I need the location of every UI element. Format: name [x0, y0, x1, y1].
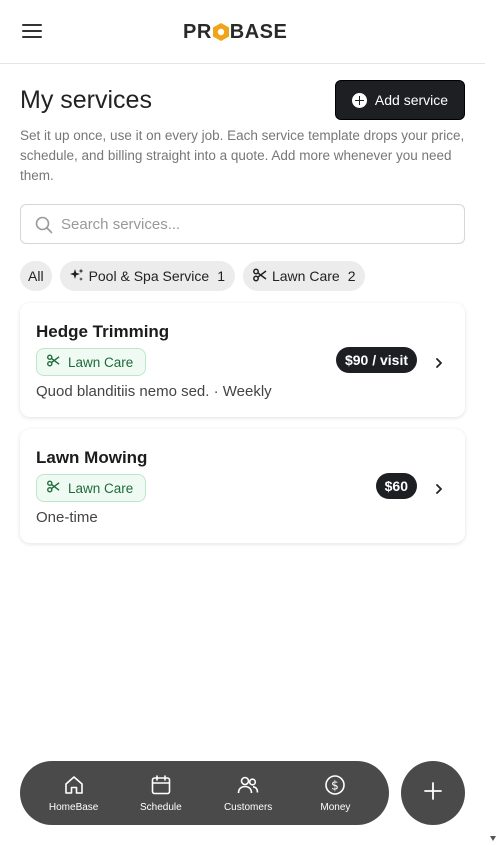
add-service-label: Add service	[374, 92, 449, 108]
page-header: My services Add service	[20, 64, 465, 124]
filter-chips: All Pool & Spa Service 1 Lawn Care 2	[20, 261, 465, 291]
create-fab-button[interactable]	[401, 761, 465, 825]
search-box[interactable]	[20, 204, 465, 244]
chevron-right-icon	[435, 481, 443, 499]
service-name: Hedge Trimming	[36, 322, 170, 341]
filter-chip-label: Lawn Care	[271, 268, 340, 284]
calendar-icon	[150, 774, 172, 799]
scrollbar[interactable]	[485, 0, 500, 845]
services-page: My services Add service Set it up once, …	[0, 64, 485, 543]
scissors-icon	[253, 268, 267, 285]
home-icon	[63, 774, 85, 799]
category-tag: Lawn Care	[36, 348, 147, 376]
service-meta: One-time	[36, 509, 98, 526]
service-card-lawn-mowing[interactable]: Lawn Mowing Lawn Care One-time $60	[20, 429, 465, 543]
bottom-nav: HomeBase Schedule Customers $ Money	[20, 761, 389, 825]
nav-label: HomeBase	[48, 801, 99, 813]
filter-chip-count: 1	[217, 268, 225, 284]
filter-chip-label: All	[28, 268, 44, 284]
category-label: Lawn Care	[68, 354, 134, 370]
service-meta: Quod blanditiis nemo sed. · Weekly	[36, 383, 272, 400]
service-name: Lawn Mowing	[36, 448, 148, 467]
nav-label: Customers	[223, 801, 273, 813]
page-title: My services	[20, 86, 152, 114]
category-label: Lawn Care	[68, 480, 134, 496]
probase-logo[interactable]: PR BASE	[183, 19, 287, 45]
nav-label: Schedule	[140, 801, 182, 813]
users-icon	[237, 774, 259, 799]
dollar-icon: $	[324, 774, 346, 799]
service-card-hedge-trimming[interactable]: Hedge Trimming Lawn Care Quod blanditiis…	[20, 303, 465, 417]
plus-icon	[423, 781, 443, 806]
filter-chip-pool-spa[interactable]: Pool & Spa Service 1	[59, 261, 235, 291]
nav-label: Money	[320, 801, 351, 813]
logo-hexagon-icon	[212, 23, 229, 41]
category-tag: Lawn Care	[36, 474, 147, 502]
chevron-right-icon	[435, 355, 443, 373]
add-service-button[interactable]: Add service	[335, 80, 465, 120]
nav-item-customers[interactable]: Customers	[208, 774, 288, 813]
filter-chip-count: 2	[347, 268, 356, 284]
filter-chip-all[interactable]: All	[20, 261, 52, 291]
scissors-icon	[47, 480, 60, 496]
scroll-down-arrow-icon[interactable]	[490, 836, 496, 841]
price-badge: $90 / visit	[335, 347, 417, 373]
filter-chip-label: Pool & Spa Service	[88, 268, 210, 284]
plus-circle-icon	[351, 92, 367, 108]
nav-item-schedule[interactable]: Schedule	[121, 774, 201, 813]
hamburger-menu-icon[interactable]	[22, 24, 42, 40]
search-input[interactable]	[61, 205, 451, 243]
svg-text:$: $	[332, 778, 340, 792]
page-description: Set it up once, use it on every job. Eac…	[20, 128, 465, 183]
filter-chip-lawn-care[interactable]: Lawn Care 2	[242, 261, 366, 291]
price-badge: $60	[375, 473, 417, 499]
search-icon	[35, 216, 53, 239]
app: PR BASE My services Add service Set it u…	[0, 0, 485, 845]
top-bar: PR BASE	[0, 0, 485, 64]
scissors-icon	[47, 354, 60, 370]
sparkles-icon	[69, 268, 84, 285]
nav-item-homebase[interactable]: HomeBase	[34, 774, 114, 813]
nav-item-money[interactable]: $ Money	[295, 774, 375, 813]
